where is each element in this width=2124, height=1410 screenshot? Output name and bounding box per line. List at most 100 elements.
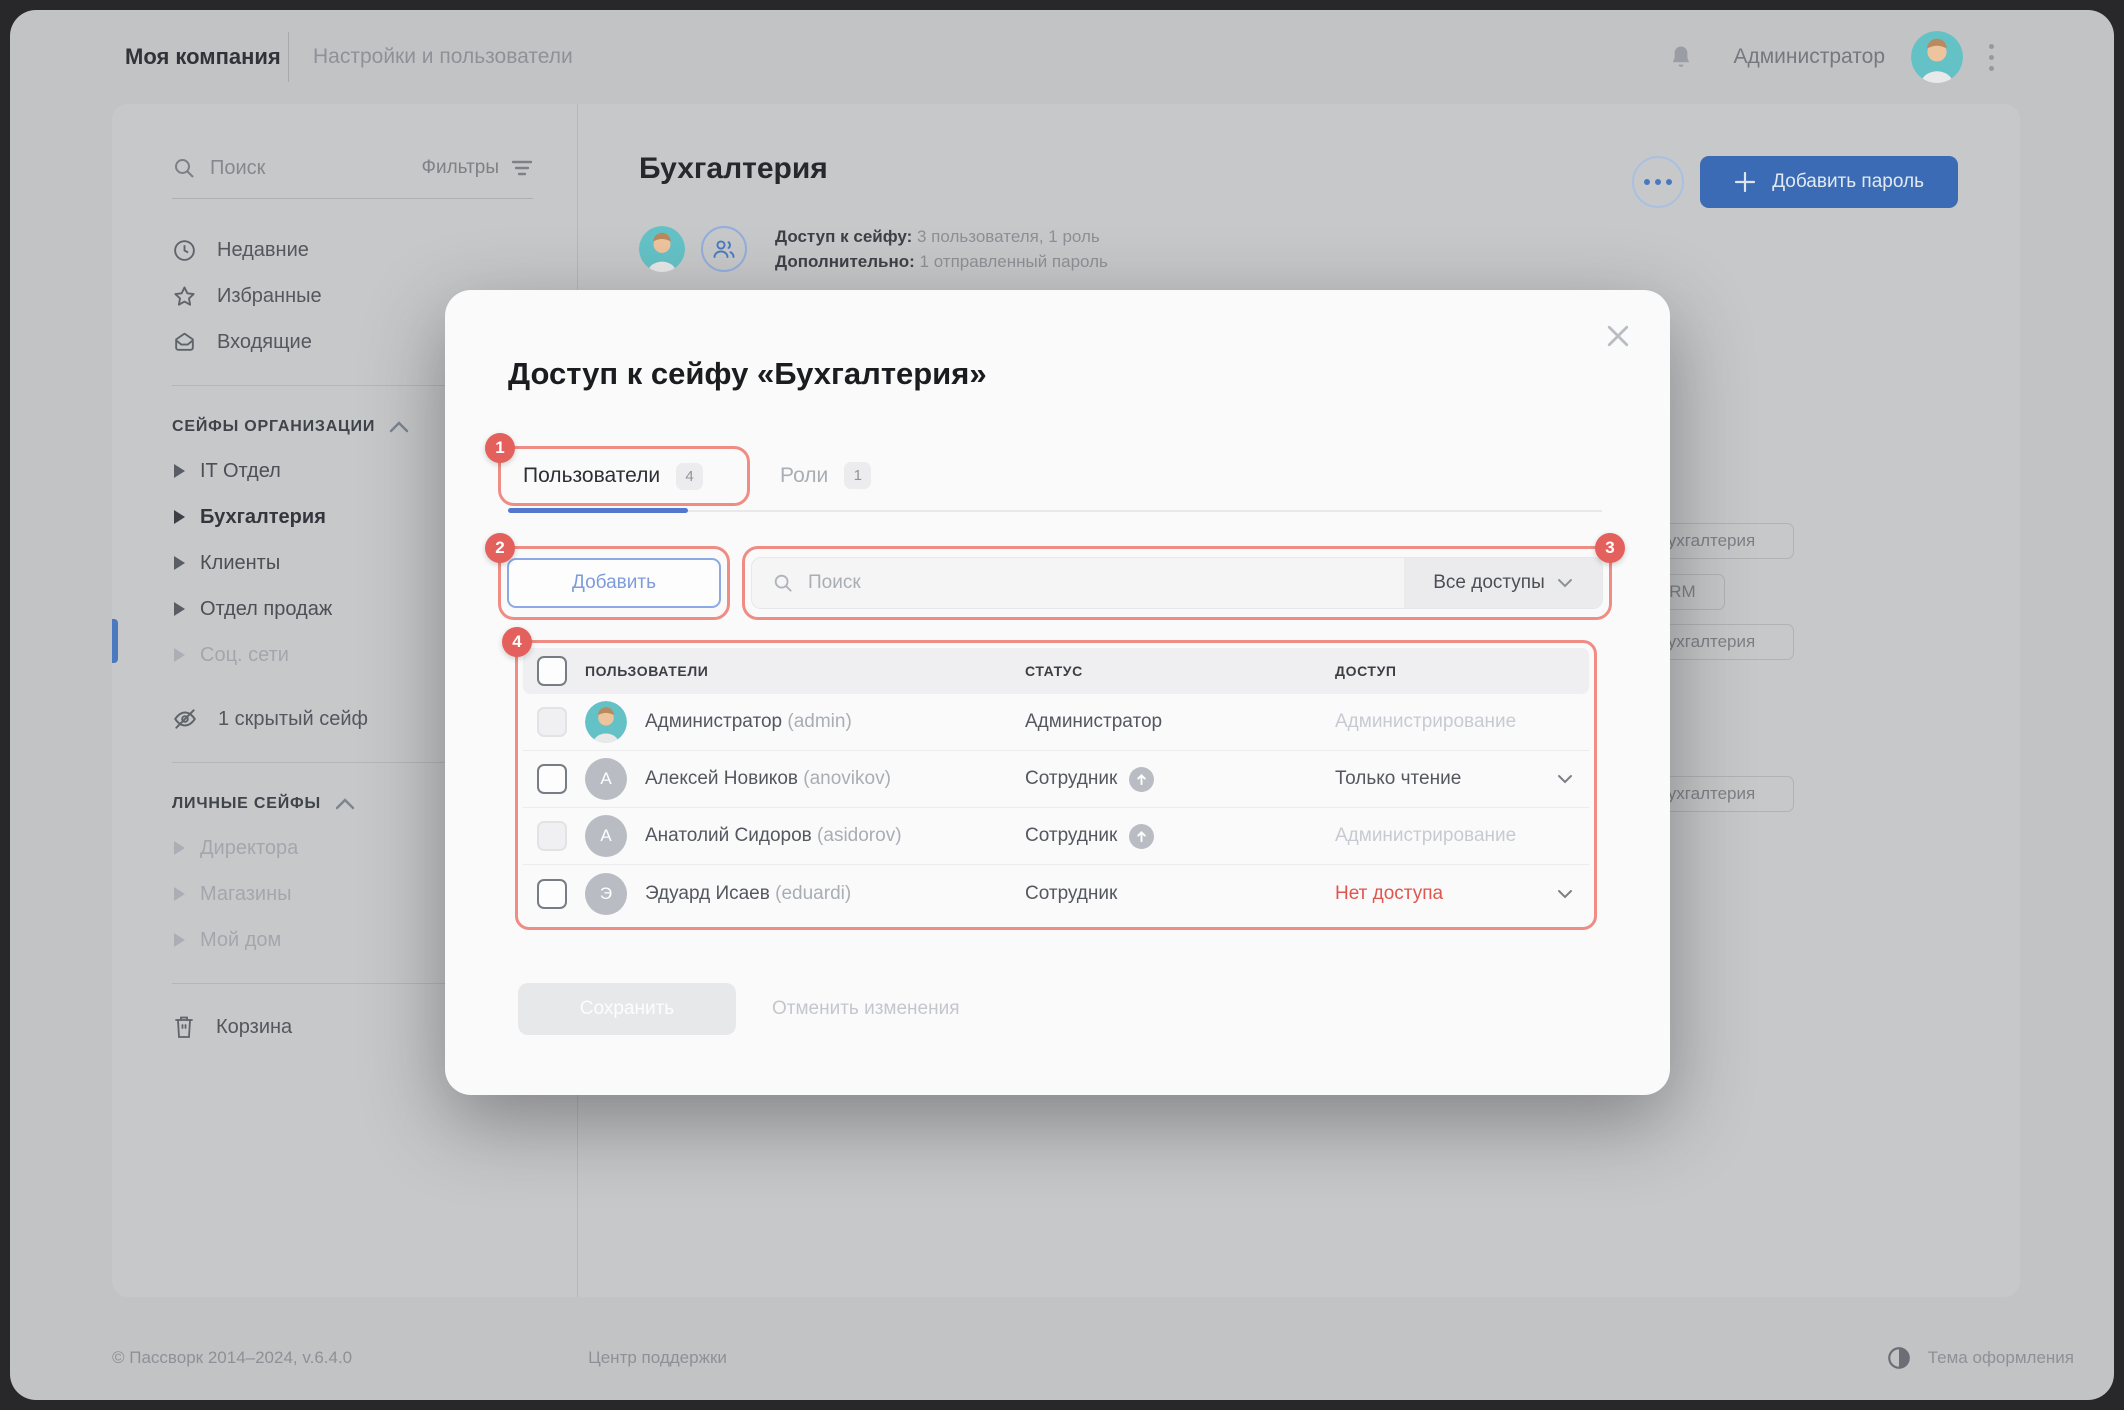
save-button[interactable]: Сохранить xyxy=(518,983,736,1035)
table-row: А Алексей Новиков (anovikov) Сотрудник Т… xyxy=(523,751,1589,808)
arrow-up-circle-icon xyxy=(1129,767,1154,792)
top-bar: Моя компания Настройки и пользователи Ад… xyxy=(10,10,2114,104)
modal-tabs: 1 Пользователи 4 Роли 1 xyxy=(445,440,1670,512)
chevron-down-icon[interactable] xyxy=(1557,889,1573,899)
close-icon[interactable] xyxy=(1598,316,1638,356)
member-avatar[interactable] xyxy=(639,226,685,272)
tab-roles-count: 1 xyxy=(844,462,871,489)
search-icon xyxy=(172,156,196,180)
tab-users[interactable]: Пользователи 4 xyxy=(523,463,703,490)
bell-icon[interactable] xyxy=(1667,43,1695,71)
user-status: Администратор xyxy=(1025,711,1162,733)
row-checkbox xyxy=(537,707,567,737)
support-link[interactable]: Центр поддержки xyxy=(588,1348,727,1368)
nav-settings-users[interactable]: Настройки и пользователи xyxy=(313,45,573,69)
row-checkbox[interactable] xyxy=(537,764,567,794)
annotation-badge-1: 1 xyxy=(485,433,515,463)
main-actions: Добавить пароль xyxy=(1632,156,1958,208)
table-row: Администратор (admin) Администратор Адми… xyxy=(523,694,1589,751)
extra-value: 1 отправленный пароль xyxy=(920,252,1108,271)
theme-icon xyxy=(1886,1345,1912,1371)
add-user-button[interactable]: Добавить xyxy=(507,558,721,608)
trash-icon xyxy=(172,1014,196,1040)
eye-off-icon xyxy=(172,706,198,732)
annotation-outline-3: 3 Все доступы xyxy=(742,546,1612,620)
access-filter-dropdown[interactable]: Все доступы xyxy=(1404,558,1602,608)
add-password-button[interactable]: Добавить пароль xyxy=(1700,156,1958,208)
arrow-up-circle-icon xyxy=(1129,824,1154,849)
user-avatar[interactable] xyxy=(1911,31,1963,83)
safe-access-summary: Доступ к сейфу: 3 пользователя, 1 роль Д… xyxy=(639,224,2020,274)
annotation-outline-1: 1 Пользователи 4 xyxy=(498,446,750,506)
user-login: (anovikov) xyxy=(803,768,891,789)
search-underline xyxy=(172,198,533,199)
triangle-right-icon[interactable] xyxy=(174,841,185,855)
users-table: ПОЛЬЗОВАТЕЛИ СТАТУС ДОСТУП Администратор… xyxy=(523,648,1589,922)
modal-search-group: Все доступы xyxy=(751,557,1603,609)
access-level: Администрирование xyxy=(1335,711,1516,733)
filters-label: Фильтры xyxy=(422,157,499,179)
group-members-icon[interactable] xyxy=(701,226,747,272)
access-level: Нет доступа xyxy=(1335,883,1443,905)
triangle-right-icon[interactable] xyxy=(174,464,185,478)
select-all-checkbox[interactable] xyxy=(537,656,567,686)
user-name: Алексей Новиков xyxy=(645,768,798,789)
chevron-up-icon xyxy=(335,798,355,810)
tab-roles[interactable]: Роли 1 xyxy=(780,462,871,489)
user-name: Администратор xyxy=(645,711,782,732)
brand-title: Моя компания xyxy=(125,44,281,70)
sidebar-search-input[interactable] xyxy=(210,157,422,180)
triangle-right-icon[interactable] xyxy=(174,887,185,901)
user-login: (eduardi) xyxy=(775,883,851,904)
kebab-menu-icon[interactable] xyxy=(1989,44,1994,71)
cancel-changes-button[interactable]: Отменить изменения xyxy=(772,998,960,1020)
annotation-badge-2: 2 xyxy=(485,533,515,563)
user-name[interactable]: Администратор xyxy=(1733,45,1885,69)
active-safe-indicator xyxy=(112,619,118,663)
user-status: Сотрудник xyxy=(1025,825,1117,847)
access-modal: Доступ к сейфу «Бухгалтерия» 1 Пользоват… xyxy=(445,290,1670,1095)
triangle-right-icon[interactable] xyxy=(174,602,185,616)
more-actions-button[interactable] xyxy=(1632,156,1684,208)
user-status: Сотрудник xyxy=(1025,883,1117,905)
user-avatar: Э xyxy=(585,873,627,915)
user-avatar: А xyxy=(585,815,627,857)
modal-controls: 2 Добавить 3 Все доступы xyxy=(445,546,1670,620)
col-access: ДОСТУП xyxy=(1335,663,1589,679)
chevron-down-icon xyxy=(1557,578,1573,588)
annotation-outline-2: 2 Добавить xyxy=(498,546,730,620)
user-avatar: А xyxy=(585,758,627,800)
row-checkbox[interactable] xyxy=(537,879,567,909)
user-name: Эдуард Исаев xyxy=(645,883,770,904)
triangle-right-icon[interactable] xyxy=(174,648,185,662)
search-icon xyxy=(772,572,794,594)
sidebar-item-recent[interactable]: Недавние xyxy=(172,227,533,273)
tab-users-count: 4 xyxy=(676,463,703,490)
user-status: Сотрудник xyxy=(1025,768,1117,790)
user-login: (admin) xyxy=(787,711,851,732)
active-tab-underline xyxy=(508,508,688,513)
triangle-right-icon[interactable] xyxy=(174,556,185,570)
star-icon xyxy=(172,284,197,309)
table-row: Э Эдуард Исаев (eduardi) Сотрудник Нет д… xyxy=(523,865,1589,922)
filters-button[interactable]: Фильтры xyxy=(422,157,533,179)
access-level: Только чтение xyxy=(1335,768,1461,790)
footer: © Пассворк 2014–2024, v.6.4.0 Центр подд… xyxy=(112,1338,2074,1378)
copyright-text: © Пассворк 2014–2024, v.6.4.0 xyxy=(112,1348,352,1368)
annotation-badge-4: 4 xyxy=(502,627,532,657)
modal-actions: Сохранить Отменить изменения xyxy=(518,983,960,1035)
chevron-up-icon xyxy=(389,421,409,433)
clock-icon xyxy=(172,238,197,263)
theme-toggle[interactable]: Тема оформления xyxy=(1886,1345,2074,1371)
modal-search-input[interactable] xyxy=(808,572,1384,594)
tabs-underline xyxy=(508,510,1602,512)
chevron-down-icon[interactable] xyxy=(1557,774,1573,784)
topbar-divider xyxy=(288,32,289,82)
triangle-right-icon[interactable] xyxy=(174,933,185,947)
triangle-right-icon[interactable] xyxy=(174,510,185,524)
col-status: СТАТУС xyxy=(1025,663,1335,679)
user-avatar xyxy=(585,701,627,743)
topbar-right-cluster: Администратор xyxy=(1667,31,1994,83)
user-name: Анатолий Сидоров xyxy=(645,825,812,846)
plus-icon xyxy=(1734,171,1756,193)
